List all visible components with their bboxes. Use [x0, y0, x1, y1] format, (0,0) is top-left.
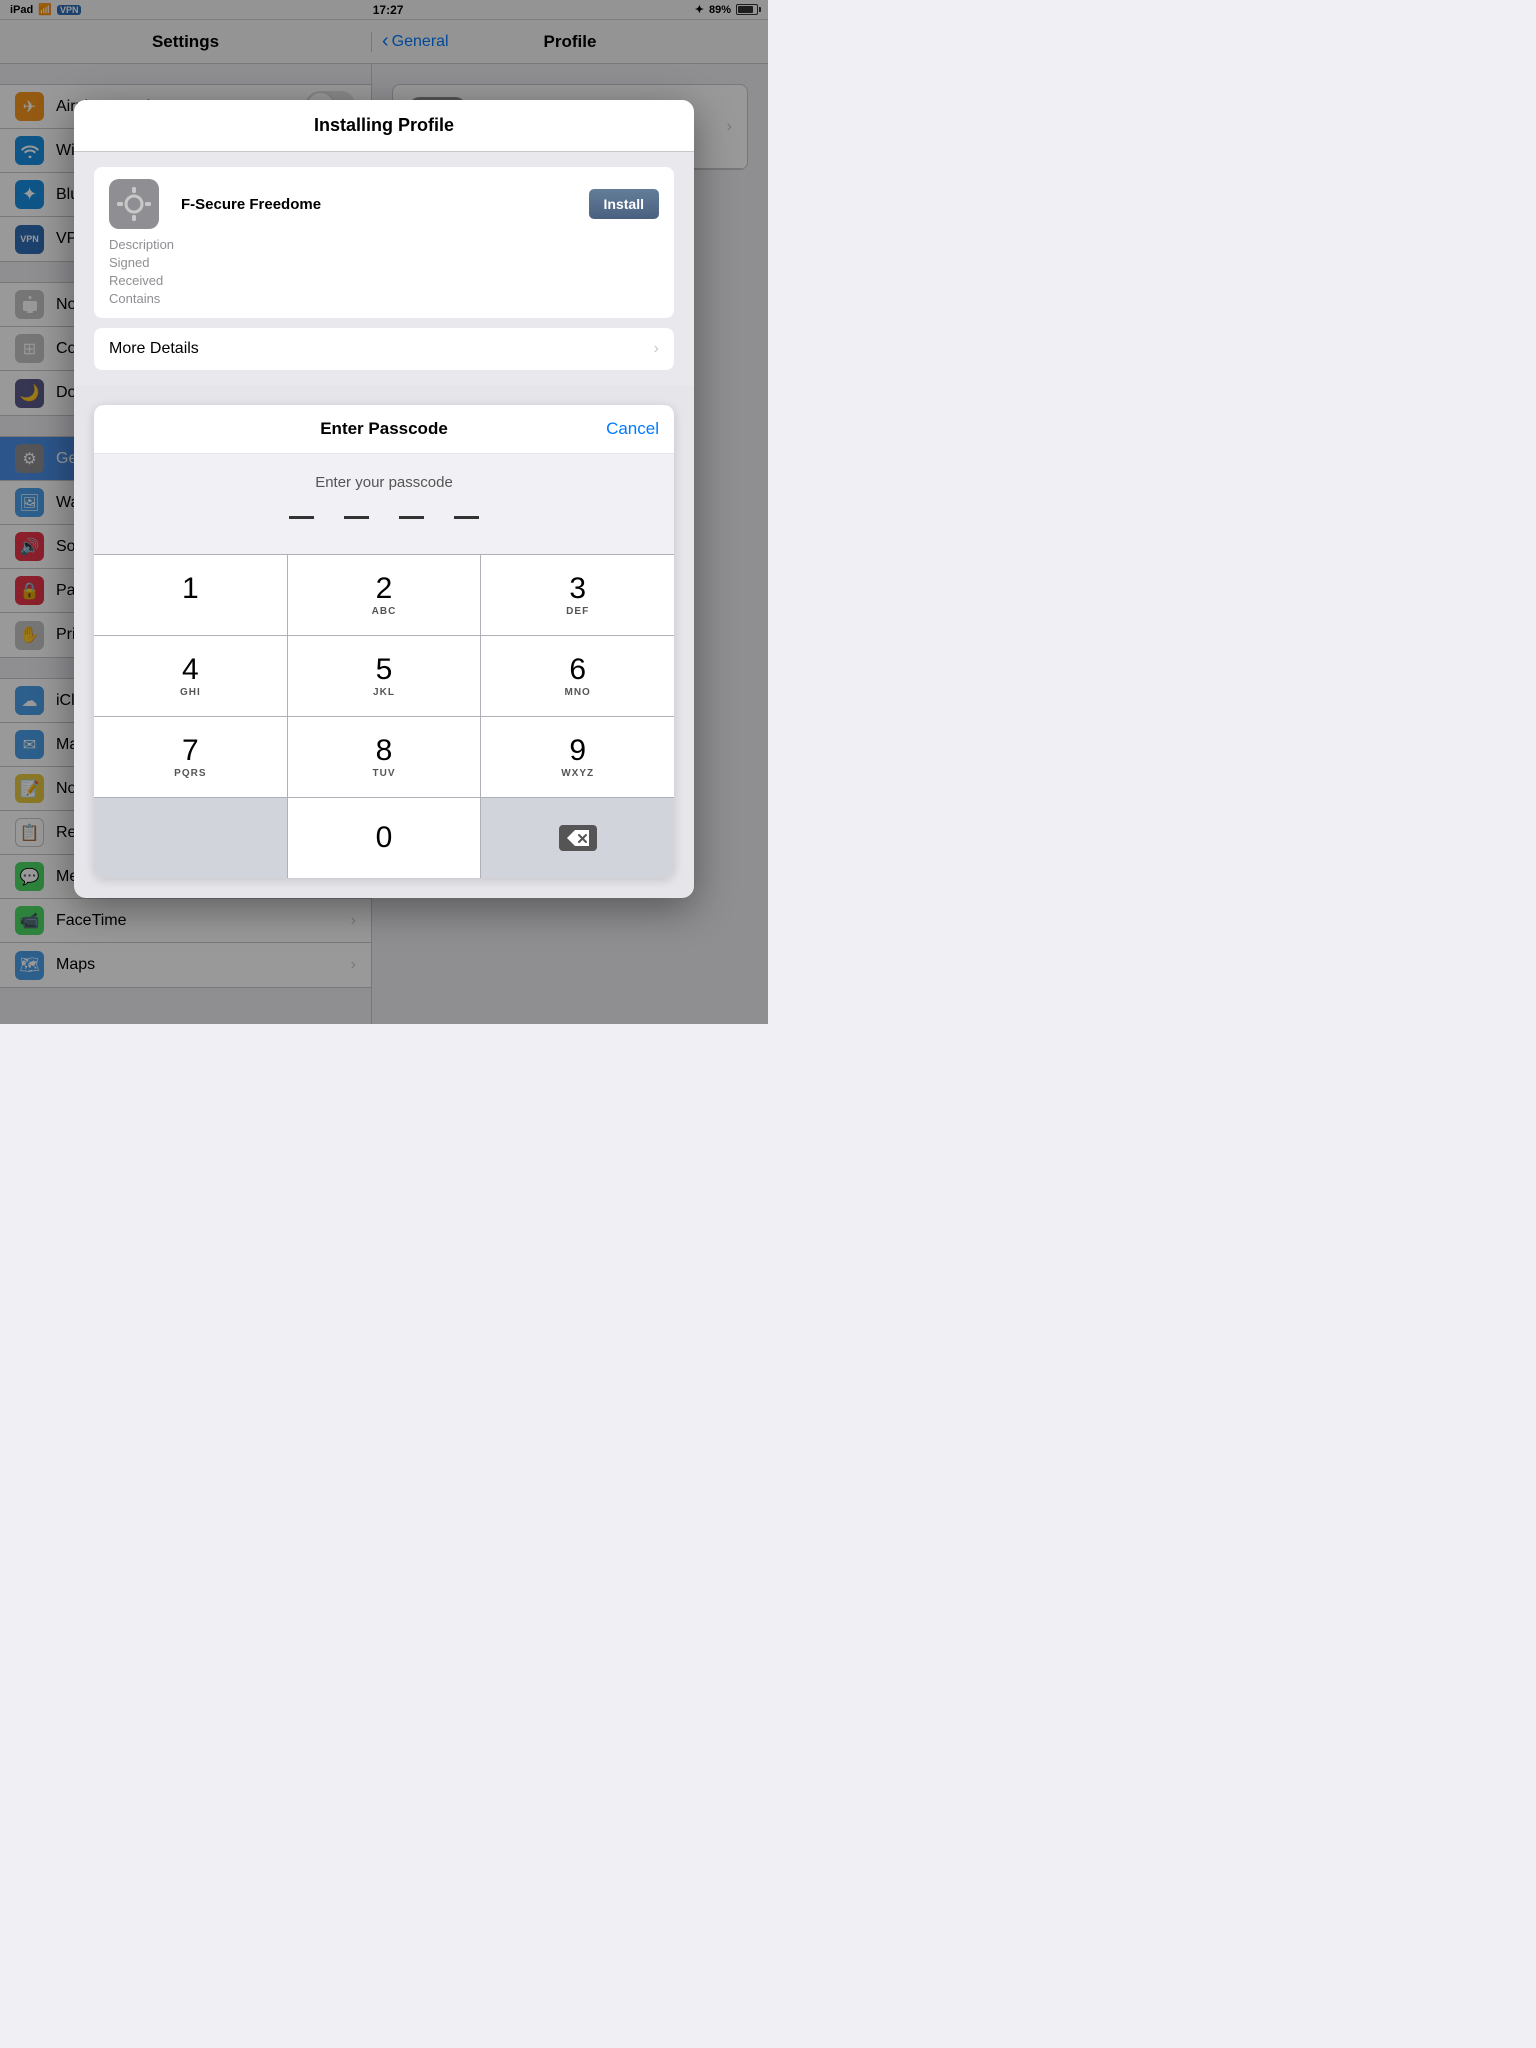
key-7-number: 7 — [182, 736, 199, 766]
key-4-letters: GHI — [180, 687, 201, 698]
passcode-dot-2 — [344, 516, 369, 519]
key-0-number: 0 — [376, 823, 393, 853]
inner-profile-card: F-Secure Freedome Install Description Si… — [94, 167, 674, 318]
key-6-letters: MNO — [565, 687, 591, 698]
numpad-row-3: 7 PQRS 8 TUV 9 WXYZ — [94, 716, 674, 797]
install-button[interactable]: Install — [589, 189, 659, 219]
numpad-key-0[interactable]: 0 — [288, 798, 482, 878]
more-details-chevron-icon: › — [654, 340, 659, 358]
numpad-row-2: 4 GHI 5 JKL 6 MNO — [94, 635, 674, 716]
more-details-label: More Details — [109, 340, 199, 358]
received-label: Received — [109, 273, 659, 288]
numpad-key-2[interactable]: 2 ABC — [288, 555, 482, 635]
overlay: Installing Profile — [0, 0, 768, 1024]
passcode-dot-3 — [399, 516, 424, 519]
key-9-letters: WXYZ — [561, 768, 594, 779]
inner-profile-area: F-Secure Freedome Install Description Si… — [74, 152, 694, 385]
passcode-dialog: Enter Passcode Cancel Enter your passcod… — [94, 405, 674, 878]
key-4-number: 4 — [182, 655, 199, 685]
inner-profile-row: F-Secure Freedome Install — [109, 179, 659, 229]
numpad-delete-key[interactable] — [481, 798, 674, 878]
key-2-letters: ABC — [372, 606, 397, 617]
numpad-key-3[interactable]: 3 DEF — [481, 555, 674, 635]
numpad-key-9[interactable]: 9 WXYZ — [481, 717, 674, 797]
installing-dialog: Installing Profile — [74, 100, 694, 898]
key-7-letters: PQRS — [174, 768, 206, 779]
key-9-number: 9 — [569, 736, 586, 766]
inner-profile-name: F-Secure Freedome — [181, 196, 589, 213]
passcode-dots — [114, 506, 654, 534]
key-8-number: 8 — [376, 736, 393, 766]
passcode-cancel-button[interactable]: Cancel — [606, 419, 659, 439]
installing-title: Installing Profile — [314, 115, 454, 135]
key-8-letters: TUV — [373, 768, 396, 779]
key-3-letters: DEF — [566, 606, 589, 617]
numpad-key-5[interactable]: 5 JKL — [288, 636, 482, 716]
key-2-number: 2 — [376, 574, 393, 604]
installing-header: Installing Profile — [74, 100, 694, 152]
numpad-row-1: 1 2 ABC 3 DEF — [94, 554, 674, 635]
key-3-number: 3 — [569, 574, 586, 604]
key-1-number: 1 — [182, 574, 199, 604]
numpad-key-1[interactable]: 1 — [94, 555, 288, 635]
passcode-prompt: Enter your passcode — [94, 454, 674, 554]
numpad-key-empty — [94, 798, 288, 878]
key-5-number: 5 — [376, 655, 393, 685]
passcode-dialog-title: Enter Passcode — [320, 419, 448, 439]
description-label: Description — [109, 237, 659, 252]
key-5-letters: JKL — [373, 687, 395, 698]
passcode-dot-4 — [454, 516, 479, 519]
key-6-number: 6 — [569, 655, 586, 685]
numpad-key-6[interactable]: 6 MNO — [481, 636, 674, 716]
numpad-key-8[interactable]: 8 TUV — [288, 717, 482, 797]
more-details-row[interactable]: More Details › — [94, 328, 674, 370]
passcode-dot-1 — [289, 516, 314, 519]
signed-label: Signed — [109, 255, 659, 270]
delete-icon — [559, 825, 597, 851]
numpad-row-4: 0 — [94, 797, 674, 878]
passcode-prompt-text: Enter your passcode — [114, 474, 654, 491]
numpad: 1 2 ABC 3 DEF 4 GHI — [94, 554, 674, 878]
inner-profile-icon — [109, 179, 159, 229]
numpad-key-7[interactable]: 7 PQRS — [94, 717, 288, 797]
passcode-header: Enter Passcode Cancel — [94, 405, 674, 454]
contains-label: Contains — [109, 291, 659, 306]
inner-profile-text: F-Secure Freedome — [181, 196, 589, 213]
key-1-letters — [188, 606, 192, 617]
numpad-key-4[interactable]: 4 GHI — [94, 636, 288, 716]
